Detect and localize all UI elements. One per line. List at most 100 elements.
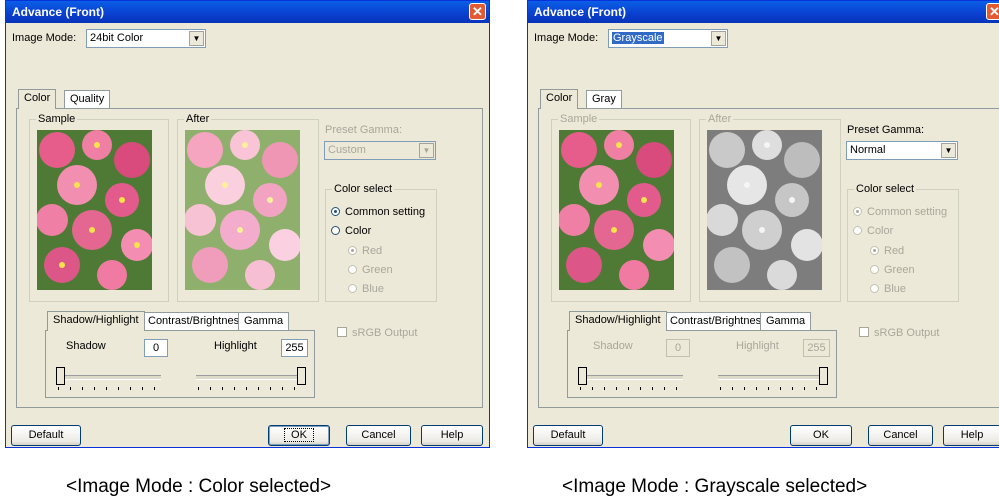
cancel-button[interactable]: Cancel xyxy=(346,425,411,446)
shadow-label: Shadow xyxy=(593,340,633,352)
radio-common-setting[interactable]: Common setting xyxy=(331,206,425,218)
radio-blue[interactable]: Blue xyxy=(870,283,906,295)
tab-color[interactable]: Color xyxy=(540,89,579,109)
shadow-label: Shadow xyxy=(66,340,106,352)
image-mode-select[interactable]: 24bit Color ▼ xyxy=(86,29,206,48)
sample-label: Sample xyxy=(558,113,600,125)
after-label: After xyxy=(706,113,734,125)
slider-track xyxy=(196,375,306,380)
color-select-label: Color select xyxy=(854,183,917,195)
slider-track xyxy=(56,375,161,380)
slider-track xyxy=(718,375,828,380)
title-bar[interactable]: Advance (Front) ✕ xyxy=(6,1,489,23)
highlight-label: Highlight xyxy=(214,340,257,352)
radio-blue[interactable]: Blue xyxy=(348,283,384,295)
sample-image xyxy=(559,130,674,290)
tab-shadow-highlight[interactable]: Shadow/Highlight xyxy=(569,311,667,331)
shadow-highlight-panel: Shadow 0 Highlight 255 xyxy=(567,330,837,398)
preset-gamma-label: Preset Gamma: xyxy=(325,124,403,136)
tab-panel: Sample After xyxy=(538,108,999,408)
tab-gamma[interactable]: Gamma xyxy=(238,312,290,330)
radio-dot-icon xyxy=(331,207,340,216)
help-button[interactable]: Help xyxy=(421,425,483,446)
tab-gray[interactable]: Gray xyxy=(586,90,622,108)
tab-gamma[interactable]: Gamma xyxy=(760,312,812,330)
checkbox-icon xyxy=(337,327,347,337)
radio-color[interactable]: Color xyxy=(853,225,893,237)
ok-button[interactable]: OK xyxy=(790,425,852,446)
default-button[interactable]: Default xyxy=(533,425,603,446)
sample-group: Sample xyxy=(551,113,691,302)
radio-green[interactable]: Green xyxy=(870,264,915,276)
highlight-slider[interactable] xyxy=(718,367,828,393)
tab-panel: Sample After xyxy=(16,108,483,408)
preset-gamma-select[interactable]: Custom ▼ xyxy=(324,141,436,160)
cancel-button[interactable]: Cancel xyxy=(868,425,933,446)
slider-knob[interactable] xyxy=(578,367,587,385)
slider-ticks xyxy=(580,387,681,390)
radio-red[interactable]: Red xyxy=(348,245,382,257)
radio-green[interactable]: Green xyxy=(348,264,393,276)
default-button[interactable]: Default xyxy=(11,425,81,446)
color-select-group: Color select Common setting Color Red Gr… xyxy=(847,183,959,302)
sample-group: Sample xyxy=(29,113,169,302)
sample-label: Sample xyxy=(36,113,78,125)
chevron-down-icon[interactable]: ▼ xyxy=(941,143,956,158)
radio-common-setting[interactable]: Common setting xyxy=(853,206,947,218)
close-icon[interactable]: ✕ xyxy=(469,3,486,20)
chevron-down-icon[interactable]: ▼ xyxy=(419,143,434,158)
after-group: After xyxy=(699,113,841,302)
slider-ticks xyxy=(720,387,826,390)
slider-knob[interactable] xyxy=(56,367,65,385)
slider-knob[interactable] xyxy=(819,367,828,385)
tab-color[interactable]: Color xyxy=(18,89,57,109)
radio-color[interactable]: Color xyxy=(331,225,371,237)
tab-contrast-brightness[interactable]: Contrast/Brightness xyxy=(664,312,773,330)
dialog-title: Advance (Front) xyxy=(534,5,627,19)
radio-dot-icon xyxy=(853,226,862,235)
sample-image xyxy=(37,130,152,290)
caption-color-selected: <Image Mode : Color selected> xyxy=(66,476,332,497)
image-mode-select[interactable]: Grayscale ▼ xyxy=(608,29,728,48)
close-icon[interactable]: ✕ xyxy=(986,3,999,20)
color-select-group: Color select Common setting Color Red Gr… xyxy=(325,183,437,302)
shadow-slider[interactable] xyxy=(56,367,161,393)
after-label: After xyxy=(184,113,212,125)
highlight-input[interactable]: 255 xyxy=(803,339,830,357)
highlight-input[interactable]: 255 xyxy=(281,339,308,357)
checkbox-icon xyxy=(859,327,869,337)
tab-contrast-brightness[interactable]: Contrast/Brightness xyxy=(142,312,251,330)
highlight-slider[interactable] xyxy=(196,367,306,393)
highlight-label: Highlight xyxy=(736,340,779,352)
title-bar[interactable]: Advance (Front) ✕ xyxy=(528,1,999,23)
radio-dot-icon xyxy=(870,265,879,274)
color-select-label: Color select xyxy=(332,183,395,195)
chevron-down-icon[interactable]: ▼ xyxy=(189,31,204,46)
slider-knob[interactable] xyxy=(297,367,306,385)
radio-dot-icon xyxy=(870,284,879,293)
tab-quality[interactable]: Quality xyxy=(64,90,111,108)
slider-ticks xyxy=(198,387,304,390)
help-button[interactable]: Help xyxy=(943,425,999,446)
shadow-input[interactable]: 0 xyxy=(144,339,168,357)
chevron-down-icon[interactable]: ▼ xyxy=(711,31,726,46)
ok-button[interactable]: OK xyxy=(268,425,330,446)
srgb-output-checkbox[interactable]: sRGB Output xyxy=(337,327,417,339)
slider-ticks xyxy=(58,387,159,390)
radio-dot-icon xyxy=(348,246,357,255)
srgb-output-checkbox[interactable]: sRGB Output xyxy=(859,327,939,339)
radio-dot-icon xyxy=(331,226,340,235)
image-mode-label: Image Mode: xyxy=(12,32,77,44)
shadow-slider[interactable] xyxy=(578,367,683,393)
dialog-title: Advance (Front) xyxy=(12,5,105,19)
image-mode-label: Image Mode: xyxy=(534,32,599,44)
caption-grayscale-selected: <Image Mode : Grayscale selected> xyxy=(562,476,868,497)
shadow-highlight-panel: Shadow 0 Highlight 255 xyxy=(45,330,315,398)
after-group: After xyxy=(177,113,319,302)
advance-dialog-grayscale: Advance (Front) ✕ Image Mode: Grayscale … xyxy=(527,0,999,448)
preset-gamma-select[interactable]: Normal ▼ xyxy=(846,141,958,160)
radio-red[interactable]: Red xyxy=(870,245,904,257)
tab-shadow-highlight[interactable]: Shadow/Highlight xyxy=(47,311,145,331)
shadow-input[interactable]: 0 xyxy=(666,339,690,357)
after-image xyxy=(185,130,300,290)
